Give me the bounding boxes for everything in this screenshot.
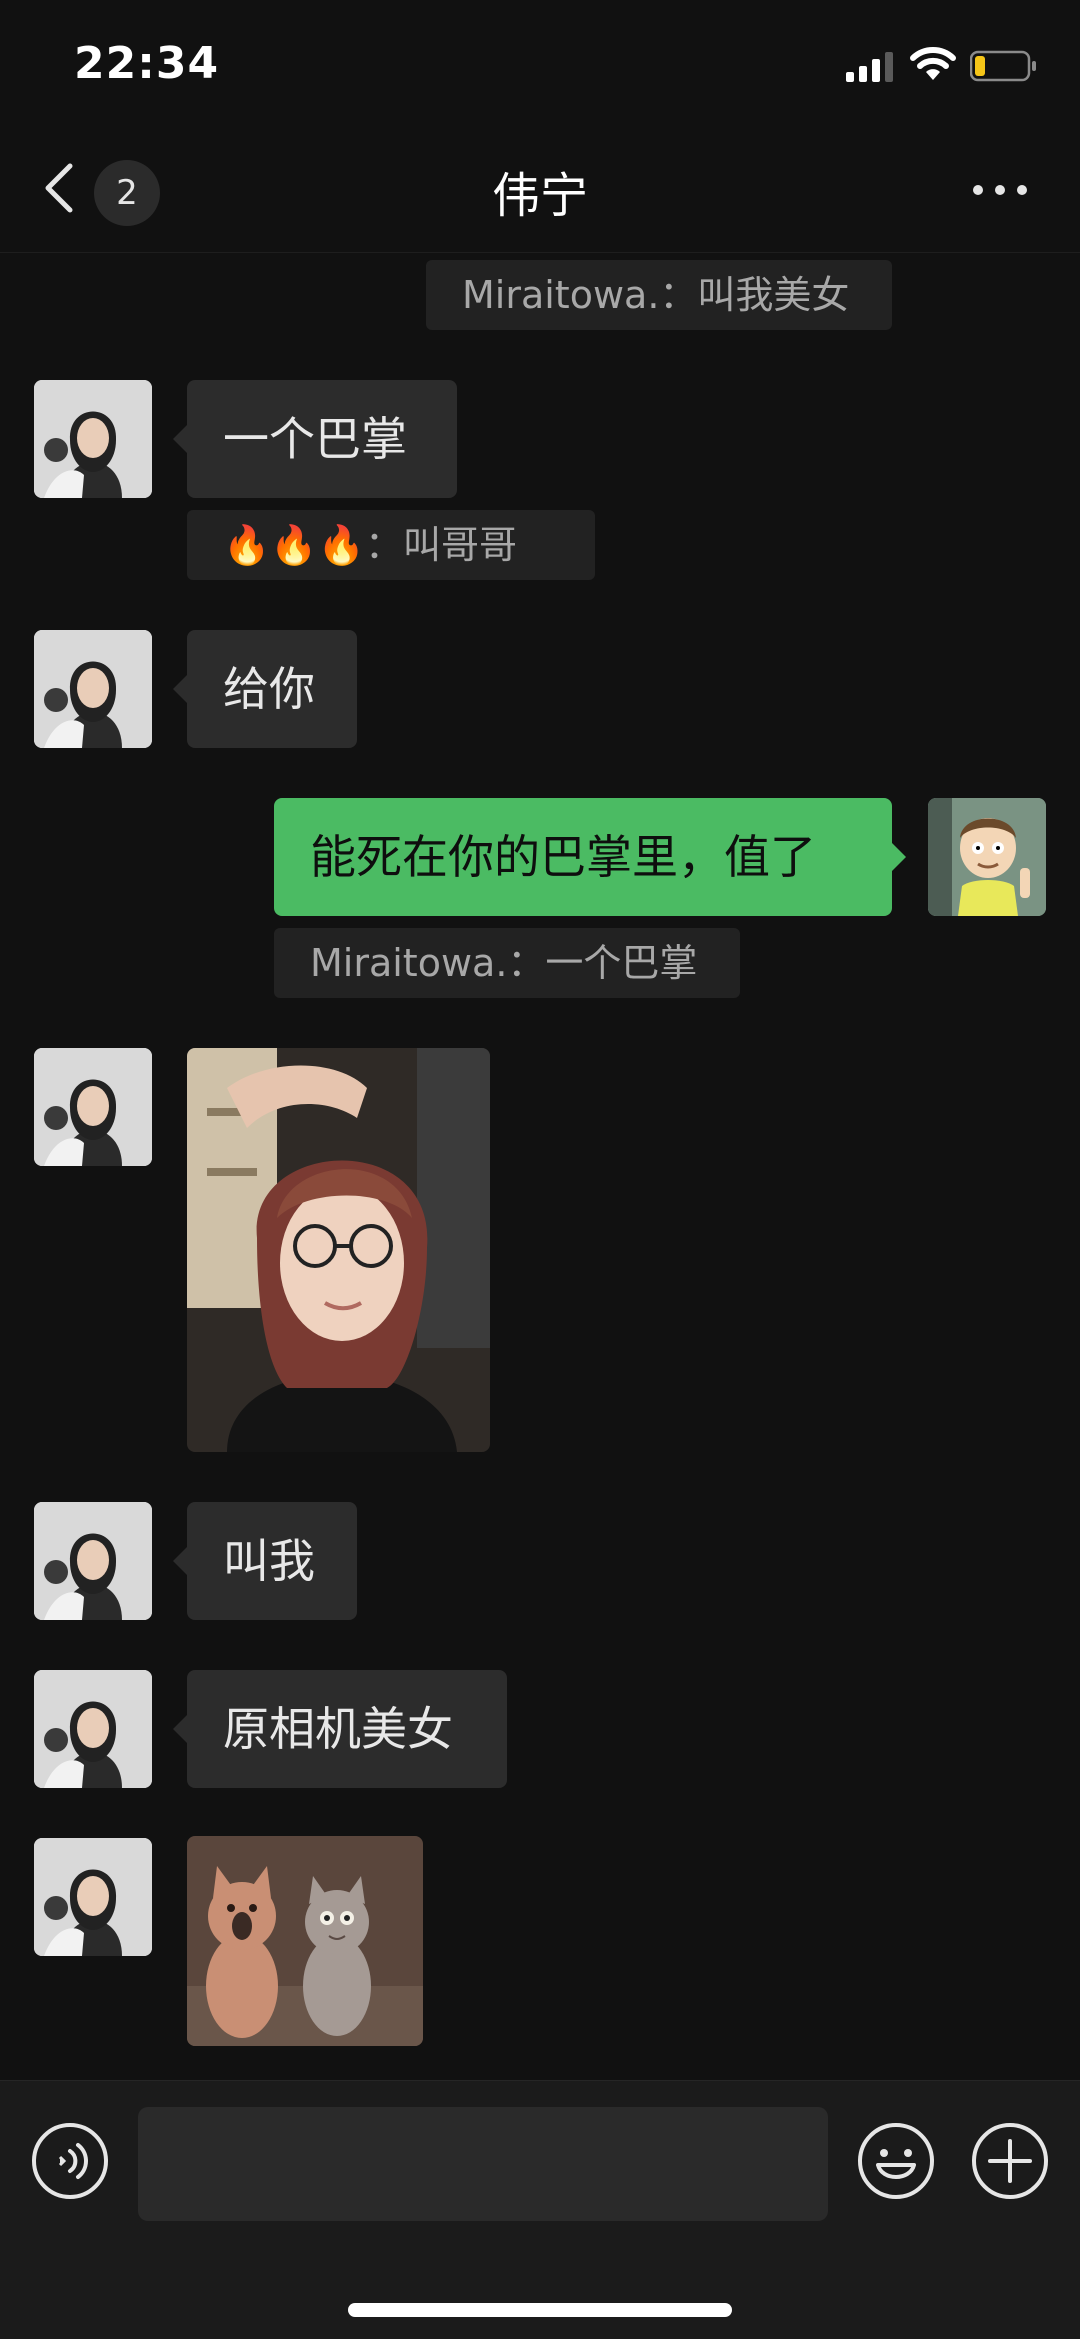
morty-avatar-image (928, 798, 1046, 916)
message-list[interactable]: Miraitowa.：叫我美女 一个巴掌 🔥🔥🔥：叫哥哥 给你 能死在你的巴掌里… (0, 252, 1080, 2080)
signal-icon (846, 52, 893, 82)
message-bubble-incoming[interactable]: 一个巴掌 (173, 380, 457, 498)
image-message[interactable] (187, 1048, 490, 1452)
plus-icon[interactable] (970, 2121, 1050, 2201)
girl-avatar-image (34, 1838, 152, 1956)
message-bubble-incoming[interactable]: 给你 (173, 630, 357, 748)
battery-icon (970, 50, 1036, 82)
contact-avatar[interactable] (34, 1502, 152, 1620)
quoted-reply[interactable]: Miraitowa.：叫我美女 (426, 260, 892, 330)
girl-avatar-image (34, 630, 152, 748)
home-indicator[interactable] (348, 2303, 732, 2317)
girl-avatar-image (34, 1048, 152, 1166)
message-bubble-incoming[interactable]: 叫我 (173, 1502, 357, 1620)
status-bar: 22:34 (0, 0, 1080, 130)
selfie-photo (187, 1048, 490, 1452)
message-bubble-outgoing[interactable]: 能死在你的巴掌里，值了 (274, 798, 906, 916)
contact-avatar[interactable] (34, 1838, 152, 1956)
emoji-icon[interactable] (856, 2121, 936, 2201)
contact-avatar[interactable] (34, 1670, 152, 1788)
quoted-reply[interactable]: Miraitowa.：一个巴掌 (274, 928, 740, 998)
nav-bar: 2 伟宁 (0, 130, 1080, 253)
input-bar (0, 2080, 1080, 2339)
quoted-reply[interactable]: 🔥🔥🔥：叫哥哥 (187, 510, 595, 580)
girl-avatar-image (34, 380, 152, 498)
sticker-message[interactable] (187, 1836, 423, 2046)
message-input[interactable] (138, 2107, 828, 2221)
chat-title: 伟宁 (491, 168, 588, 224)
voice-icon[interactable] (30, 2121, 110, 2201)
status-time: 22:34 (74, 38, 220, 89)
girl-avatar-image (34, 1670, 152, 1788)
cats-sticker (187, 1836, 423, 2046)
chat-screen: 22:34 2 伟宁 Miraitowa.：叫我美女 一个巴掌 🔥🔥🔥：叫哥哥 … (0, 0, 1080, 2339)
contact-avatar[interactable] (34, 630, 152, 748)
message-bubble-incoming[interactable]: 原相机美女 (173, 1670, 507, 1788)
contact-avatar[interactable] (34, 1048, 152, 1166)
wifi-icon (910, 47, 956, 80)
girl-avatar-image (34, 1502, 152, 1620)
my-avatar[interactable] (928, 798, 1046, 916)
contact-avatar[interactable] (34, 380, 152, 498)
more-dots-icon[interactable] (968, 170, 1032, 210)
